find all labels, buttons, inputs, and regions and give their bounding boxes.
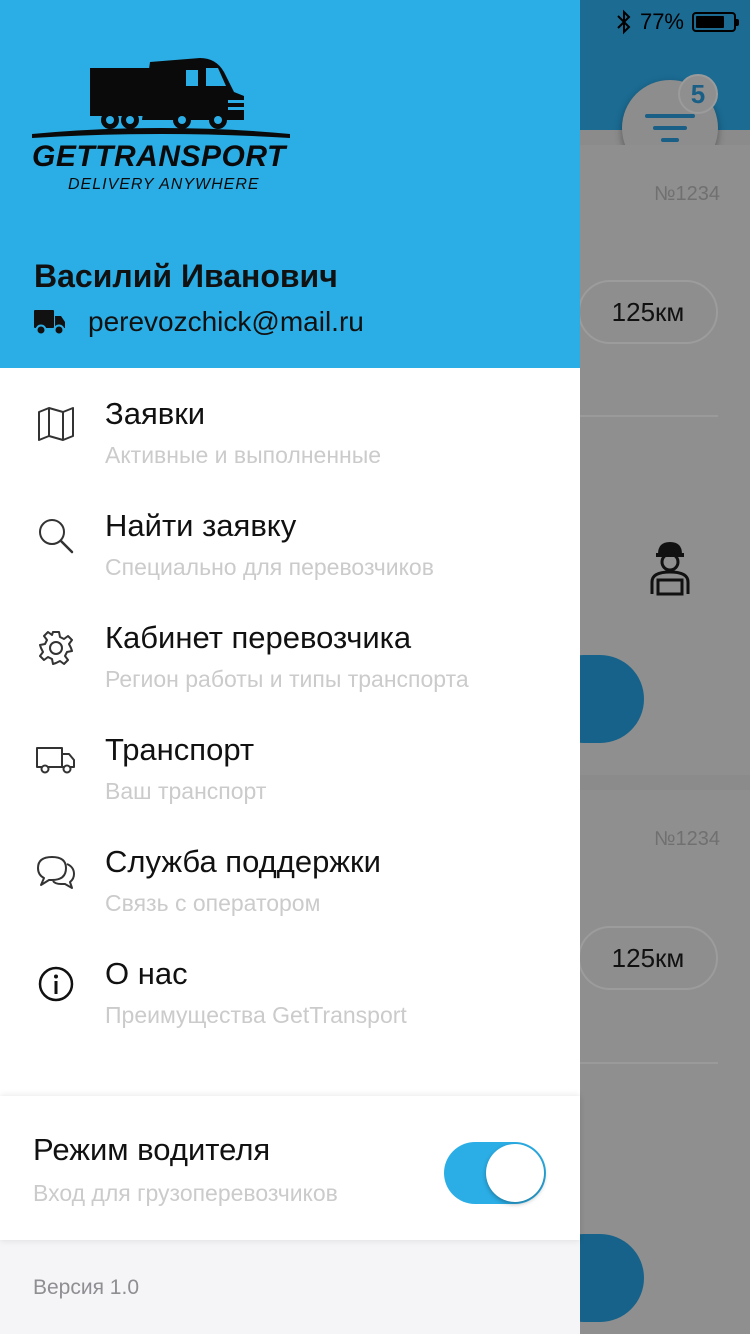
menu-item-subtitle: Ваш транспорт xyxy=(105,778,267,804)
driver-mode-subtitle: Вход для грузоперевозчиков xyxy=(33,1180,338,1206)
info-icon xyxy=(36,964,76,1004)
menu-item-subtitle: Активные и выполненные xyxy=(105,442,382,468)
distance-pill: 125км xyxy=(578,926,718,990)
logo-title: GETTRANSPORT xyxy=(32,140,286,173)
battery-percent: 77% xyxy=(639,9,684,34)
menu-item-orders[interactable]: Заявки Активные и выполненные xyxy=(0,368,580,480)
filter-count-badge: 5 xyxy=(678,74,718,114)
menu-item-subtitle: Преимущества GetTransport xyxy=(105,1002,407,1028)
divider xyxy=(580,415,718,417)
filter-icon xyxy=(645,114,695,142)
menu-item-support[interactable]: Служба поддержки Связь с оператором xyxy=(0,816,580,928)
driver-mode-toggle[interactable] xyxy=(444,1142,546,1204)
divider xyxy=(580,1062,718,1064)
menu-item-title: Транспорт xyxy=(105,732,255,767)
menu-item-find-order[interactable]: Найти заявку Специально для перевозчиков xyxy=(0,480,580,592)
menu-item-title: Служба поддержки xyxy=(105,844,381,879)
status-bar: 77% xyxy=(616,8,739,36)
driver-mode-row: Режим водителя Вход для грузоперевозчико… xyxy=(0,1096,580,1240)
search-icon xyxy=(36,516,76,556)
menu-item-title: Заявки xyxy=(105,396,206,431)
menu-item-subtitle: Регион работы и типы транспорта xyxy=(105,666,469,692)
menu-item-transport[interactable]: Транспорт Ваш транспорт xyxy=(0,704,580,816)
truck-icon xyxy=(36,740,76,780)
battery-icon xyxy=(692,12,739,32)
bluetooth-icon xyxy=(617,9,631,35)
menu-item-title: Кабинет перевозчика xyxy=(105,620,412,655)
user-email: perevozchick@mail.ru xyxy=(88,306,364,337)
order-number: №1234 xyxy=(654,183,720,205)
distance-pill: 125км xyxy=(578,280,718,344)
menu-item-about[interactable]: О нас Преимущества GetTransport xyxy=(0,928,580,1040)
navigation-drawer: GETTRANSPORT DELIVERY ANYWHERE Василий И… xyxy=(0,0,580,1334)
toggle-knob xyxy=(486,1144,544,1202)
drawer-header: GETTRANSPORT DELIVERY ANYWHERE Василий И… xyxy=(0,0,580,368)
user-email-row: perevozchick@mail.ru xyxy=(34,306,364,338)
order-number: №1234 xyxy=(654,828,720,850)
menu-item-subtitle: Специально для перевозчиков xyxy=(105,554,434,580)
truck-icon xyxy=(34,310,65,336)
courier-icon xyxy=(650,542,690,596)
menu-item-title: О нас xyxy=(105,956,188,991)
drawer-menu: Заявки Активные и выполненные Найти заяв… xyxy=(0,368,580,1096)
chat-icon xyxy=(36,852,76,892)
map-icon xyxy=(36,404,76,444)
logo-subtitle: DELIVERY ANYWHERE xyxy=(68,176,260,193)
gear-icon xyxy=(36,628,76,668)
menu-item-carrier-cabinet[interactable]: Кабинет перевозчика Регион работы и типы… xyxy=(0,592,580,704)
driver-mode-title: Режим водителя xyxy=(33,1132,271,1167)
menu-item-title: Найти заявку xyxy=(105,508,297,543)
user-name: Василий Иванович xyxy=(34,258,338,294)
app-version: Версия 1.0 xyxy=(33,1276,139,1299)
menu-item-subtitle: Связь с оператором xyxy=(105,890,321,916)
